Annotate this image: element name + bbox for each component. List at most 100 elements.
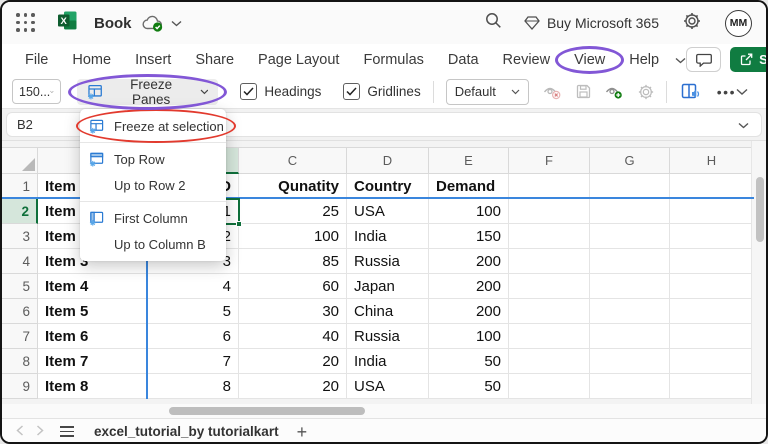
save-sheet-view-icon[interactable] [576,84,591,99]
cell-D4[interactable]: Russia [347,249,429,274]
menu-tab-help[interactable]: Help [617,48,671,72]
vertical-scrollbar-thumb[interactable] [755,177,764,242]
cell-E2[interactable]: 100 [429,199,509,224]
sheet-nav-prev-icon[interactable] [16,424,24,439]
cell-F9[interactable] [509,374,590,399]
cell-D9[interactable]: USA [347,374,429,399]
cell-C6[interactable]: 30 [239,299,347,324]
cell-G8[interactable] [590,349,670,374]
menu-item-freeze-at-selection[interactable]: Freeze at selection [76,109,236,143]
cell-D8[interactable]: India [347,349,429,374]
cell-G4[interactable] [590,249,670,274]
cell-A9[interactable]: Item 8 [38,374,147,399]
column-header-G[interactable]: G [590,147,670,174]
menu-item-first-column[interactable]: First Column [80,205,226,231]
menu-tab-share[interactable]: Share [183,48,246,72]
cell-D7[interactable]: Russia [347,324,429,349]
add-sheet-button[interactable]: + [297,423,308,441]
cell-H4[interactable] [670,249,754,274]
row-header-7[interactable]: 7 [2,324,38,349]
column-header-E[interactable]: E [429,147,509,174]
collapse-ribbon-chevron-icon[interactable] [736,83,748,101]
all-sheets-menu-icon[interactable] [60,425,74,438]
menu-item-up-to-column-b[interactable]: Up to Column B [80,231,226,257]
cell-F2[interactable] [509,199,590,224]
column-header-D[interactable]: D [347,147,429,174]
cell-E3[interactable]: 150 [429,224,509,249]
column-header-F[interactable]: F [509,147,590,174]
row-header-1[interactable]: 1 [2,174,38,199]
cell-C2[interactable]: 25 [239,199,347,224]
cell-D5[interactable]: Japan [347,274,429,299]
formula-bar-chevron-icon[interactable] [738,116,749,134]
gridlines-checkbox[interactable]: Gridlines [343,83,421,100]
freeze-panes-button[interactable]: Freeze Panes [68,73,228,110]
cell-A8[interactable]: Item 7 [38,349,147,374]
cell-A7[interactable]: Item 6 [38,324,147,349]
cell-G7[interactable] [590,324,670,349]
menu-tab-home[interactable]: Home [60,48,123,72]
buy-microsoft-365-button[interactable]: Buy Microsoft 365 [524,15,659,31]
document-title[interactable]: Book [94,15,132,32]
cell-H8[interactable] [670,349,754,374]
cell-G2[interactable] [590,199,670,224]
menu-tab-data[interactable]: Data [436,48,491,72]
cell-F8[interactable] [509,349,590,374]
cell-D1[interactable]: Country [347,174,429,199]
zoom-level-dropdown[interactable]: 150... [12,79,61,104]
cell-F1[interactable] [509,174,590,199]
cell-G6[interactable] [590,299,670,324]
horizontal-scrollbar-thumb[interactable] [169,407,365,415]
comments-button[interactable] [686,47,722,72]
row-header-5[interactable]: 5 [2,274,38,299]
cell-E7[interactable]: 100 [429,324,509,349]
cell-H6[interactable] [670,299,754,324]
cell-E1[interactable]: Demand [429,174,509,199]
cell-C1[interactable]: Qunatity [239,174,347,199]
cell-E8[interactable]: 50 [429,349,509,374]
exit-sheet-view-icon[interactable] [543,84,562,100]
cell-G5[interactable] [590,274,670,299]
sheet-nav-next-icon[interactable] [36,424,44,439]
cell-E5[interactable]: 200 [429,274,509,299]
cell-D6[interactable]: China [347,299,429,324]
cell-D3[interactable]: India [347,224,429,249]
cell-H5[interactable] [670,274,754,299]
cell-A5[interactable]: Item 4 [38,274,147,299]
cloud-saved-icon[interactable] [141,15,165,32]
cell-B9[interactable]: 8 [147,374,239,399]
menu-item-up-to-row-2[interactable]: Up to Row 2 [80,172,226,198]
sheet-tab-active[interactable]: excel_tutorial_by tutorialkart [90,419,283,442]
settings-gear-icon[interactable] [683,12,701,35]
row-header-6[interactable]: 6 [2,299,38,324]
menu-tab-view[interactable]: View [555,45,625,74]
column-header-C[interactable]: C [239,147,347,174]
column-header-H[interactable]: H [670,147,754,174]
sheet-view-dropdown[interactable]: Default [445,78,529,105]
toolbar-more-button[interactable]: ••• [717,84,736,100]
cell-C5[interactable]: 60 [239,274,347,299]
menu-item-top-row[interactable]: Top Row [80,146,226,172]
cell-C7[interactable]: 40 [239,324,347,349]
row-header-9[interactable]: 9 [2,374,38,399]
vertical-scrollbar[interactable] [751,141,766,404]
cell-F4[interactable] [509,249,590,274]
cell-G3[interactable] [590,224,670,249]
search-icon[interactable] [485,12,502,34]
cell-H3[interactable] [670,224,754,249]
menu-tab-review[interactable]: Review [491,48,563,72]
cell-E9[interactable]: 50 [429,374,509,399]
app-launcher-icon[interactable] [16,13,36,33]
row-header-8[interactable]: 8 [2,349,38,374]
cell-H2[interactable] [670,199,754,224]
menu-tab-file[interactable]: File [13,48,60,72]
cell-G1[interactable] [590,174,670,199]
cell-H9[interactable] [670,374,754,399]
menu-tab-insert[interactable]: Insert [123,48,183,72]
cell-F5[interactable] [509,274,590,299]
cell-B5[interactable]: 4 [147,274,239,299]
headings-checkbox[interactable]: Headings [240,83,321,100]
cell-C4[interactable]: 85 [239,249,347,274]
horizontal-scrollbar[interactable] [2,404,766,418]
cell-C9[interactable]: 20 [239,374,347,399]
